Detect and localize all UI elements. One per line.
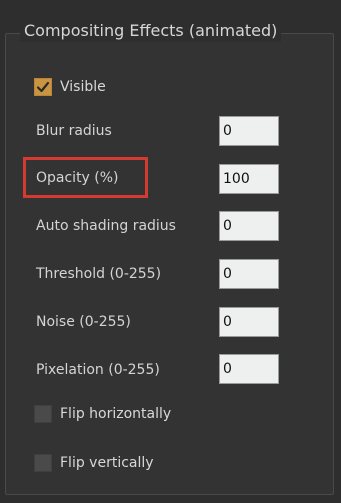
flip-vertically-checkbox[interactable] [34,454,52,472]
noise-input[interactable] [219,307,279,337]
auto-shading-radius-input[interactable] [219,211,279,241]
pixelation-label: Pixelation (0-255) [36,362,160,378]
threshold-label: Threshold (0-255) [36,266,162,282]
flip-vertically-label: Flip vertically [60,455,154,471]
opacity-label: Opacity (%) [36,170,119,186]
group-title: Compositing Effects (animated) [20,20,282,42]
visible-label: Visible [60,79,106,95]
checkmark-icon [36,81,50,93]
visible-checkbox-row[interactable]: Visible [34,75,106,99]
auto-shading-radius-label: Auto shading radius [36,218,176,234]
pixelation-input[interactable] [219,354,279,384]
flip-horizontally-checkbox[interactable] [34,405,52,423]
flip-horizontally-row[interactable]: Flip horizontally [34,402,171,426]
compositing-effects-window: Compositing Effects (animated) Visible B… [0,0,341,503]
blur-radius-input[interactable] [219,116,279,146]
threshold-input[interactable] [219,259,279,289]
visible-checkbox[interactable] [34,78,52,96]
noise-label: Noise (0-255) [36,314,131,330]
flip-vertically-row[interactable]: Flip vertically [34,451,154,475]
blur-radius-label: Blur radius [36,123,112,139]
opacity-input[interactable] [219,164,279,194]
flip-horizontally-label: Flip horizontally [60,406,172,422]
